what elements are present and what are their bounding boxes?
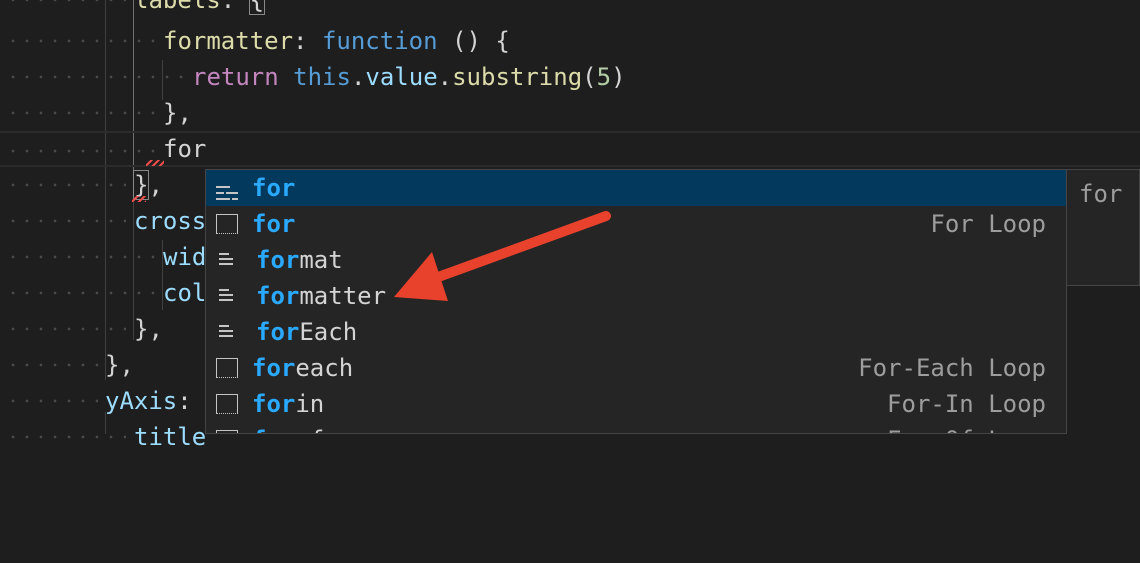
annotation-arrow-icon: [394, 211, 611, 301]
